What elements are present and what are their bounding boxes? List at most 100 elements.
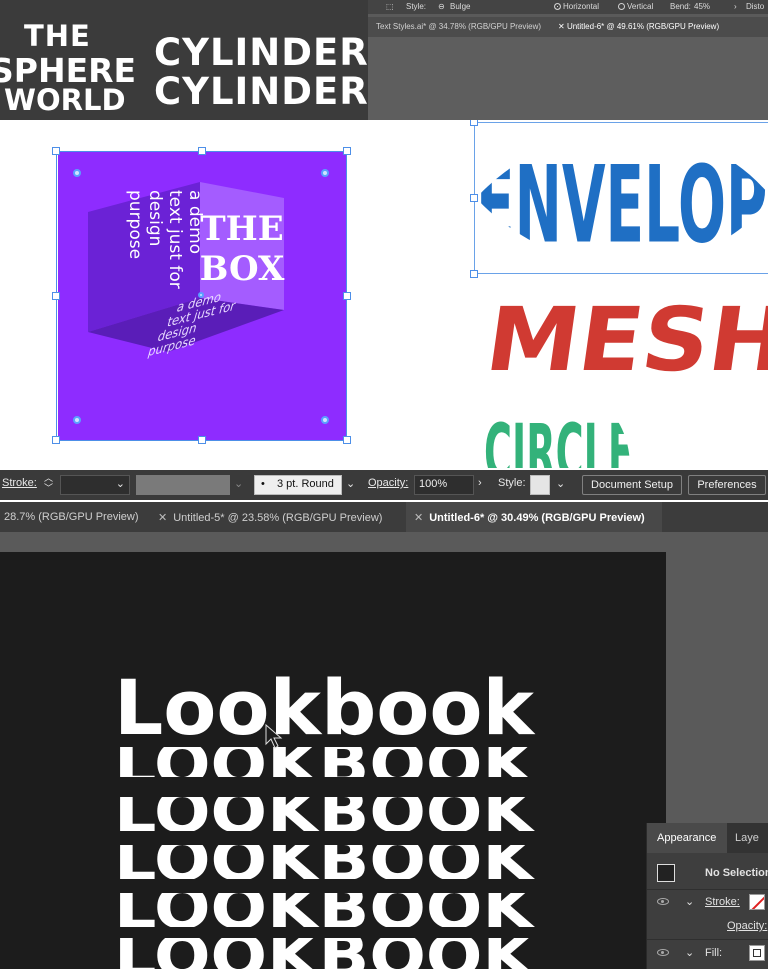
center-point	[198, 292, 204, 298]
chevron-down-icon[interactable]: ⌄	[346, 477, 355, 490]
warp-toolbar: ⬚ Style: ⊖ Bulge Horizontal Vertical Ben…	[368, 0, 768, 14]
stroke-label[interactable]: Stroke:	[2, 477, 37, 489]
fill-swatch[interactable]	[749, 945, 765, 961]
handle-top-middle[interactable]	[198, 147, 206, 155]
env-handle-middle-left[interactable]	[470, 194, 478, 202]
lookbook-line-5: LOOKBOOK	[114, 874, 536, 942]
chevron-down-icon[interactable]: ⌄	[234, 477, 243, 490]
word-the: THE	[24, 19, 91, 53]
stroke-row[interactable]: ⌄ Stroke:	[647, 889, 768, 913]
tab-untitled-6-top[interactable]: ✕ Untitled-6* @ 49.61% (RGB/GPU Preview)	[558, 22, 719, 31]
word-cylinder-2: CYLINDER	[154, 70, 368, 113]
control-bar: Stroke: ︿ ﹀ ⌄ ⌄ • 3 pt. Round ⌄ Opacity: …	[0, 470, 768, 500]
lookbook-artboard[interactable]: Lookbook LOOKBOOK LOOKBOOK LOOKBOOK LOOK…	[0, 552, 666, 969]
sphere-cylinder-preview: THE SPHERE WORLD CYLINDER CYLINDER	[0, 0, 368, 120]
document-setup-button[interactable]: Document Setup	[582, 475, 682, 495]
none-slash-icon	[750, 895, 764, 909]
opacity-input[interactable]: 100%	[414, 475, 474, 495]
tab-untitled-6[interactable]: ✕ Untitled-6* @ 30.49% (RGB/GPU Preview)	[414, 511, 645, 524]
warp-style-select[interactable]: Bulge	[450, 2, 470, 11]
chevron-down-icon: ⌄	[115, 478, 125, 490]
tab-untitled-6-label: Untitled-6* @ 49.61% (RGB/GPU Preview)	[566, 22, 720, 31]
brush-definition-select[interactable]: • 3 pt. Round	[254, 475, 342, 495]
radio-off-icon	[618, 3, 625, 10]
live-corner-widget-tr[interactable]	[321, 169, 329, 177]
vertical-radio[interactable]: Vertical	[618, 2, 653, 11]
variable-width-profile[interactable]	[136, 475, 230, 495]
close-icon[interactable]: ✕	[414, 512, 423, 524]
opacity-label[interactable]: Opacity:	[727, 920, 767, 932]
chevron-down-icon[interactable]: ⌄	[556, 477, 565, 490]
canvas-background	[368, 37, 768, 120]
bend-label: Bend:	[670, 2, 691, 11]
preferences-button[interactable]: Preferences	[688, 475, 766, 495]
brush-value: 3 pt. Round	[277, 478, 334, 490]
tab-text-styles[interactable]: Text Styles.ai* @ 34.78% (RGB/GPU Previe…	[376, 22, 541, 31]
graphic-style-swatch[interactable]	[530, 475, 550, 495]
handle-middle-left[interactable]	[52, 292, 60, 300]
tab-appearance[interactable]: Appearance	[647, 823, 727, 853]
no-selection-row: No Selection	[647, 861, 768, 885]
live-corner-widget-br[interactable]	[321, 416, 329, 424]
handle-top-left[interactable]	[52, 147, 60, 155]
word-cylinder-1: CYLINDER	[154, 31, 368, 74]
mesh-text: MESH	[480, 288, 768, 390]
chevron-down-icon[interactable]: ⌄	[685, 946, 694, 959]
stroke-label[interactable]: Stroke:	[705, 896, 740, 908]
chevron-right-icon[interactable]: ›	[734, 2, 737, 11]
warp-tool-icon[interactable]: ⬚	[386, 2, 394, 11]
fill-label: Fill:	[705, 947, 723, 959]
opacity-value: 100%	[419, 478, 448, 490]
horizontal-label: Horizontal	[563, 2, 600, 11]
document-tabs-bottom: 28.7% (RGB/GPU Preview) ✕ Untitled-5* @ 2…	[0, 502, 768, 532]
lookbook-line-4: LOOKBOOK	[114, 826, 536, 894]
handle-bottom-middle[interactable]	[198, 436, 206, 444]
distortion-label: Disto	[746, 2, 765, 11]
opacity-row[interactable]: Opacity:	[647, 915, 768, 937]
close-icon[interactable]: ✕	[158, 512, 167, 524]
radio-on-icon	[554, 3, 561, 10]
opacity-label[interactable]: Opacity:	[368, 477, 408, 489]
vertical-label: Vertical	[627, 2, 654, 11]
close-icon[interactable]: ✕	[558, 22, 567, 31]
stroke-stepper[interactable]: ︿ ﹀	[44, 473, 53, 493]
brush-dot-icon: •	[261, 478, 265, 490]
word-world: WORLD	[4, 83, 126, 117]
fill-row[interactable]: ⌄ Fill:	[647, 939, 768, 965]
appearance-panel: Appearance Laye No Selection ⌄ Stroke: O…	[646, 823, 768, 969]
warp-style-label: Style:	[406, 2, 427, 11]
eye-icon[interactable]	[657, 898, 669, 905]
handle-bottom-right[interactable]	[343, 436, 351, 444]
handle-bottom-left[interactable]	[52, 436, 60, 444]
tab-layers[interactable]: Laye	[735, 832, 759, 844]
appearance-panel-tabs: Appearance Laye	[647, 823, 768, 853]
live-corner-widget-tl[interactable]	[73, 169, 81, 177]
handle-middle-right[interactable]	[343, 292, 351, 300]
env-handle-bottom-left[interactable]	[470, 270, 478, 278]
chevron-down-icon[interactable]: ⌄	[685, 895, 694, 908]
fill-swatch-inner	[753, 949, 761, 957]
bulge-icon: ⊖	[438, 2, 445, 11]
envelope-selection-frame[interactable]	[474, 122, 768, 274]
env-handle-top-left[interactable]	[470, 120, 478, 126]
tab-untitled-5-label: Untitled-5* @ 23.58% (RGB/GPU Preview)	[173, 512, 383, 524]
handle-top-right[interactable]	[343, 147, 351, 155]
style-label: Style:	[498, 477, 526, 489]
stroke-none-swatch[interactable]	[749, 894, 765, 910]
document-tabs-top: Text Styles.ai* @ 34.78% (RGB/GPU Previe…	[368, 17, 768, 37]
tab-untitled-6-label: Untitled-6* @ 30.49% (RGB/GPU Preview)	[429, 512, 645, 524]
eye-icon[interactable]	[657, 949, 669, 956]
lookbook-line-3: LOOKBOOK	[114, 778, 536, 846]
live-corner-widget-bl[interactable]	[73, 416, 81, 424]
chevron-right-icon[interactable]: ›	[478, 477, 482, 489]
selection-thumbnail	[657, 864, 675, 882]
bend-input[interactable]: 45%	[694, 2, 710, 11]
stroke-weight-input[interactable]: ⌄	[60, 475, 130, 495]
tab-untitled-5[interactable]: ✕ Untitled-5* @ 23.58% (RGB/GPU Preview)	[158, 511, 382, 524]
no-selection-label: No Selection	[705, 867, 768, 879]
warp-options-window: ⬚ Style: ⊖ Bulge Horizontal Vertical Ben…	[368, 0, 768, 120]
lookbook-line-6: LOOKBOOK	[114, 922, 536, 969]
horizontal-radio[interactable]: Horizontal	[554, 2, 599, 11]
lookbook-line-1: Lookbook	[114, 663, 535, 752]
tab-document-1[interactable]: 28.7% (RGB/GPU Preview)	[4, 511, 138, 523]
